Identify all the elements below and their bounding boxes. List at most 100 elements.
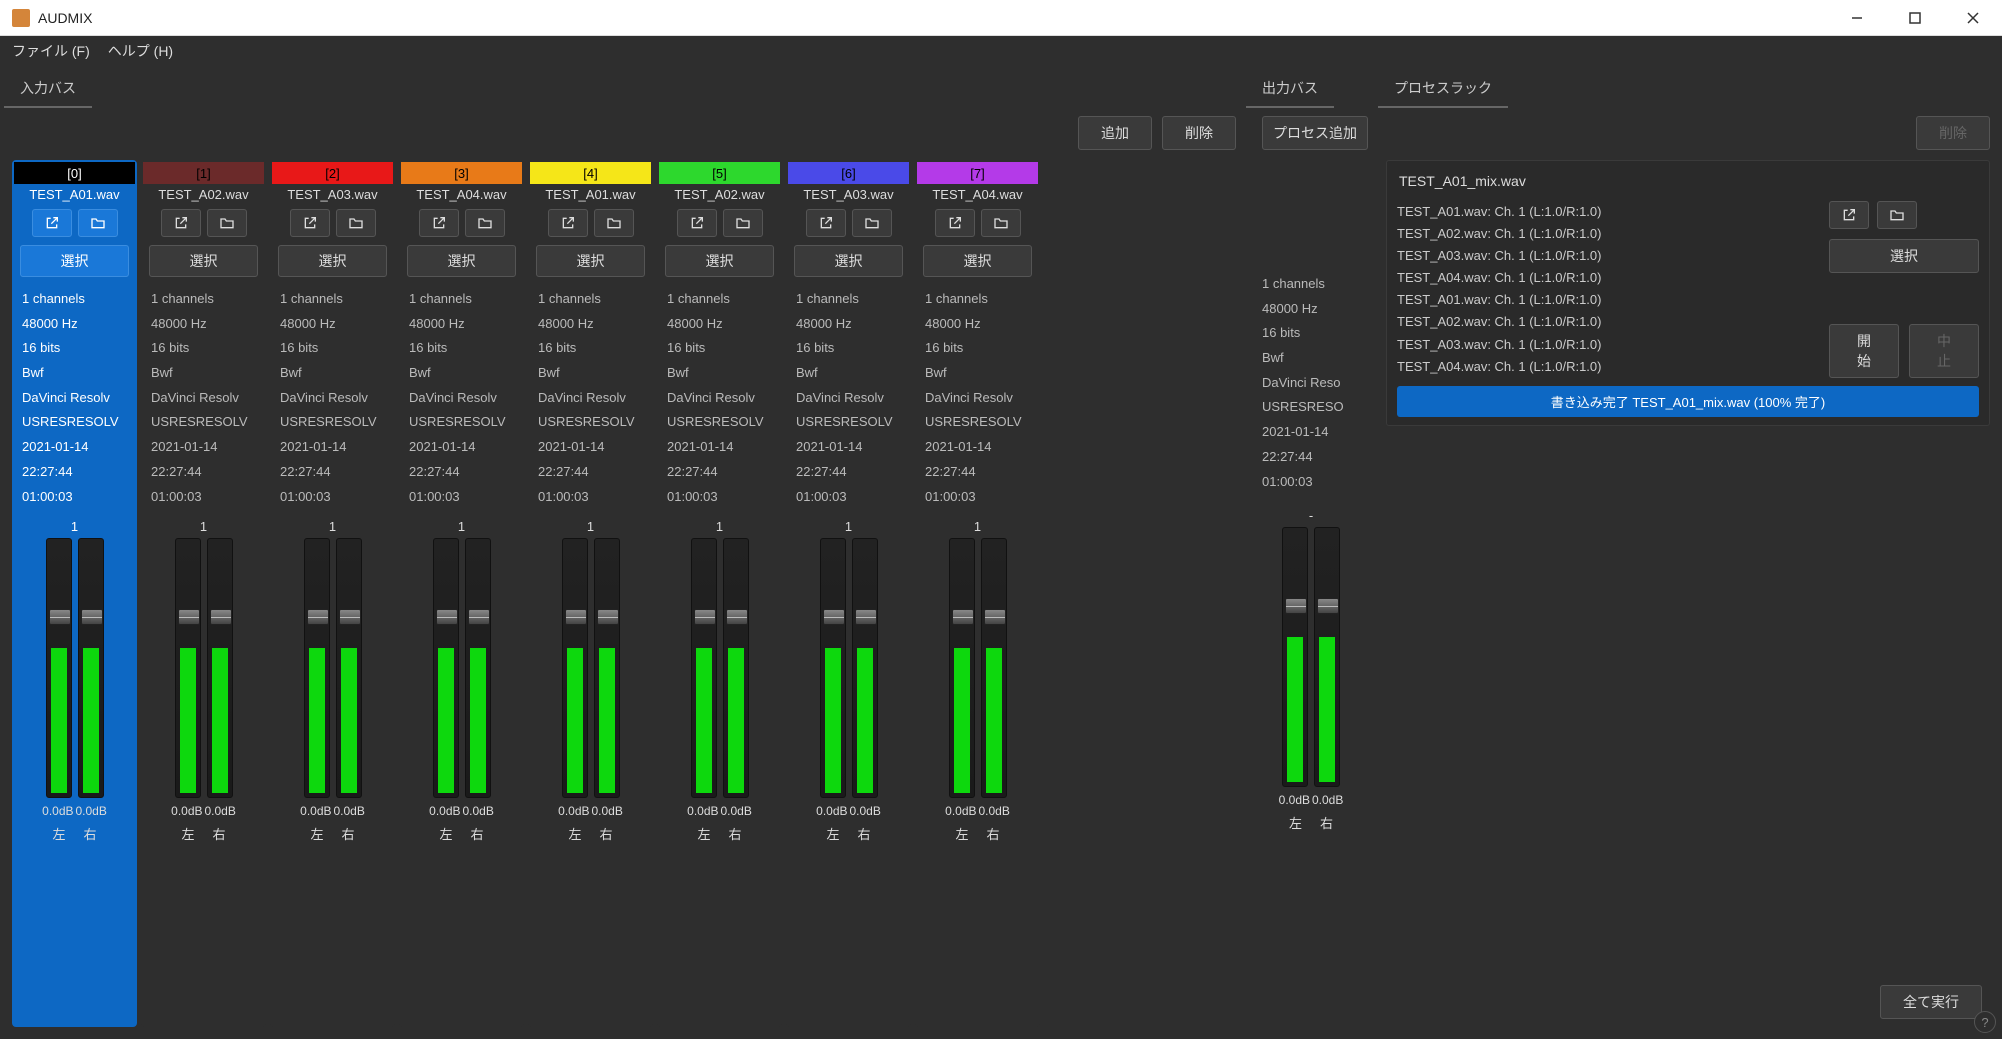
- channel-open-external-button[interactable]: [806, 209, 846, 237]
- fader-track[interactable]: [1314, 527, 1340, 787]
- rack-folder-button[interactable]: [1877, 201, 1917, 229]
- menu-help[interactable]: ヘルプ (H): [108, 41, 173, 61]
- fader-track[interactable]: [981, 538, 1007, 798]
- fader-knob[interactable]: [49, 609, 71, 625]
- channel-folder-button[interactable]: [465, 209, 505, 237]
- channel-select-button[interactable]: 選択: [923, 245, 1032, 277]
- fader-track[interactable]: [723, 538, 749, 798]
- rack-select-button[interactable]: 選択: [1829, 239, 1979, 273]
- app-title: AUDMIX: [38, 10, 92, 26]
- level-meter: [696, 648, 712, 793]
- channel-folder-button[interactable]: [981, 209, 1021, 237]
- input-delete-button[interactable]: 削除: [1162, 116, 1236, 150]
- channel-open-external-button[interactable]: [935, 209, 975, 237]
- fader-knob[interactable]: [178, 609, 200, 625]
- input-channel[interactable]: [1]TEST_A02.wav選択1 channels48000 Hz16 bi…: [141, 160, 266, 1027]
- channel-db-left: 0.0dB: [171, 804, 202, 818]
- window-maximize-button[interactable]: [1886, 0, 1944, 36]
- input-channel[interactable]: [4]TEST_A01.wav選択1 channels48000 Hz16 bi…: [528, 160, 653, 1027]
- channel-select-button[interactable]: 選択: [20, 245, 129, 277]
- tab-process-rack[interactable]: プロセスラック: [1378, 70, 1508, 108]
- input-channel[interactable]: [7]TEST_A04.wav選択1 channels48000 Hz16 bi…: [915, 160, 1040, 1027]
- rack-open-external-button[interactable]: [1829, 201, 1869, 229]
- channel-folder-button[interactable]: [78, 209, 118, 237]
- fader-track[interactable]: [691, 538, 717, 798]
- input-channel[interactable]: [2]TEST_A03.wav選択1 channels48000 Hz16 bi…: [270, 160, 395, 1027]
- channel-select-button[interactable]: 選択: [536, 245, 645, 277]
- channel-select-button[interactable]: 選択: [794, 245, 903, 277]
- channel-folder-button[interactable]: [336, 209, 376, 237]
- fader-track[interactable]: [46, 538, 72, 798]
- fader-track[interactable]: [336, 538, 362, 798]
- fader-track[interactable]: [562, 538, 588, 798]
- rack-delete-button[interactable]: 削除: [1916, 116, 1990, 150]
- fader-knob[interactable]: [726, 609, 748, 625]
- fader-knob[interactable]: [210, 609, 232, 625]
- fader-knob[interactable]: [1285, 598, 1307, 614]
- menu-file[interactable]: ファイル (F): [12, 41, 90, 61]
- channel-open-external-button[interactable]: [32, 209, 72, 237]
- fader-knob[interactable]: [984, 609, 1006, 625]
- rack-list-item: TEST_A01.wav: Ch. 1 (L:1.0/R:1.0): [1397, 289, 1819, 311]
- window-close-button[interactable]: [1944, 0, 2002, 36]
- channel-folder-button[interactable]: [723, 209, 763, 237]
- fader-knob[interactable]: [307, 609, 329, 625]
- channel-folder-button[interactable]: [207, 209, 247, 237]
- channel-open-external-button[interactable]: [290, 209, 330, 237]
- input-channel[interactable]: [5]TEST_A02.wav選択1 channels48000 Hz16 bi…: [657, 160, 782, 1027]
- fader-knob[interactable]: [855, 609, 877, 625]
- fader-knob[interactable]: [436, 609, 458, 625]
- rack-list-item: TEST_A03.wav: Ch. 1 (L:1.0/R:1.0): [1397, 245, 1819, 267]
- channel-select-button[interactable]: 選択: [278, 245, 387, 277]
- fader-knob[interactable]: [468, 609, 490, 625]
- fader-knob[interactable]: [81, 609, 103, 625]
- level-meter: [309, 648, 325, 793]
- fader-knob[interactable]: [597, 609, 619, 625]
- rack-status-bar: 書き込み完了 TEST_A01_mix.wav (100% 完了): [1397, 386, 1979, 417]
- channel-select-button[interactable]: 選択: [149, 245, 258, 277]
- fader-track[interactable]: [304, 538, 330, 798]
- tab-input-bus[interactable]: 入力バス: [4, 70, 92, 108]
- channel-db-left: 0.0dB: [300, 804, 331, 818]
- channel-select-button[interactable]: 選択: [407, 245, 516, 277]
- fader-track[interactable]: [949, 538, 975, 798]
- channel-open-external-button[interactable]: [161, 209, 201, 237]
- level-meter: [341, 648, 357, 793]
- fader-track[interactable]: [175, 538, 201, 798]
- channel-open-external-button[interactable]: [419, 209, 459, 237]
- tab-output-bus[interactable]: 出力バス: [1246, 70, 1334, 108]
- rack-start-button[interactable]: 開始: [1829, 324, 1899, 378]
- fader-track[interactable]: [594, 538, 620, 798]
- fader-track[interactable]: [852, 538, 878, 798]
- channel-info-line: 16 bits: [280, 336, 385, 361]
- process-add-button[interactable]: プロセス追加: [1262, 116, 1368, 150]
- rack-stop-button[interactable]: 中止: [1909, 324, 1979, 378]
- channel-select-button[interactable]: 選択: [665, 245, 774, 277]
- channel-info-line: 16 bits: [409, 336, 514, 361]
- input-channel[interactable]: [3]TEST_A04.wav選択1 channels48000 Hz16 bi…: [399, 160, 524, 1027]
- fader-knob[interactable]: [1317, 598, 1339, 614]
- run-all-button[interactable]: 全て実行: [1880, 985, 1982, 1019]
- fader-track[interactable]: [820, 538, 846, 798]
- channel-folder-button[interactable]: [852, 209, 892, 237]
- fader-track[interactable]: [78, 538, 104, 798]
- help-icon[interactable]: ?: [1974, 1011, 1996, 1033]
- input-add-button[interactable]: 追加: [1078, 116, 1152, 150]
- fader-knob[interactable]: [339, 609, 361, 625]
- channel-open-external-button[interactable]: [677, 209, 717, 237]
- window-minimize-button[interactable]: [1828, 0, 1886, 36]
- input-channel[interactable]: [0]TEST_A01.wav選択1 channels48000 Hz16 bi…: [12, 160, 137, 1027]
- fader-knob[interactable]: [565, 609, 587, 625]
- fader-track[interactable]: [465, 538, 491, 798]
- channel-info-line: 2021-01-14: [280, 435, 385, 460]
- fader-knob[interactable]: [694, 609, 716, 625]
- input-channel[interactable]: [6]TEST_A03.wav選択1 channels48000 Hz16 bi…: [786, 160, 911, 1027]
- fader-track[interactable]: [433, 538, 459, 798]
- channel-db-left: 0.0dB: [945, 804, 976, 818]
- channel-open-external-button[interactable]: [548, 209, 588, 237]
- fader-track[interactable]: [207, 538, 233, 798]
- fader-knob[interactable]: [823, 609, 845, 625]
- fader-knob[interactable]: [952, 609, 974, 625]
- fader-track[interactable]: [1282, 527, 1308, 787]
- channel-folder-button[interactable]: [594, 209, 634, 237]
